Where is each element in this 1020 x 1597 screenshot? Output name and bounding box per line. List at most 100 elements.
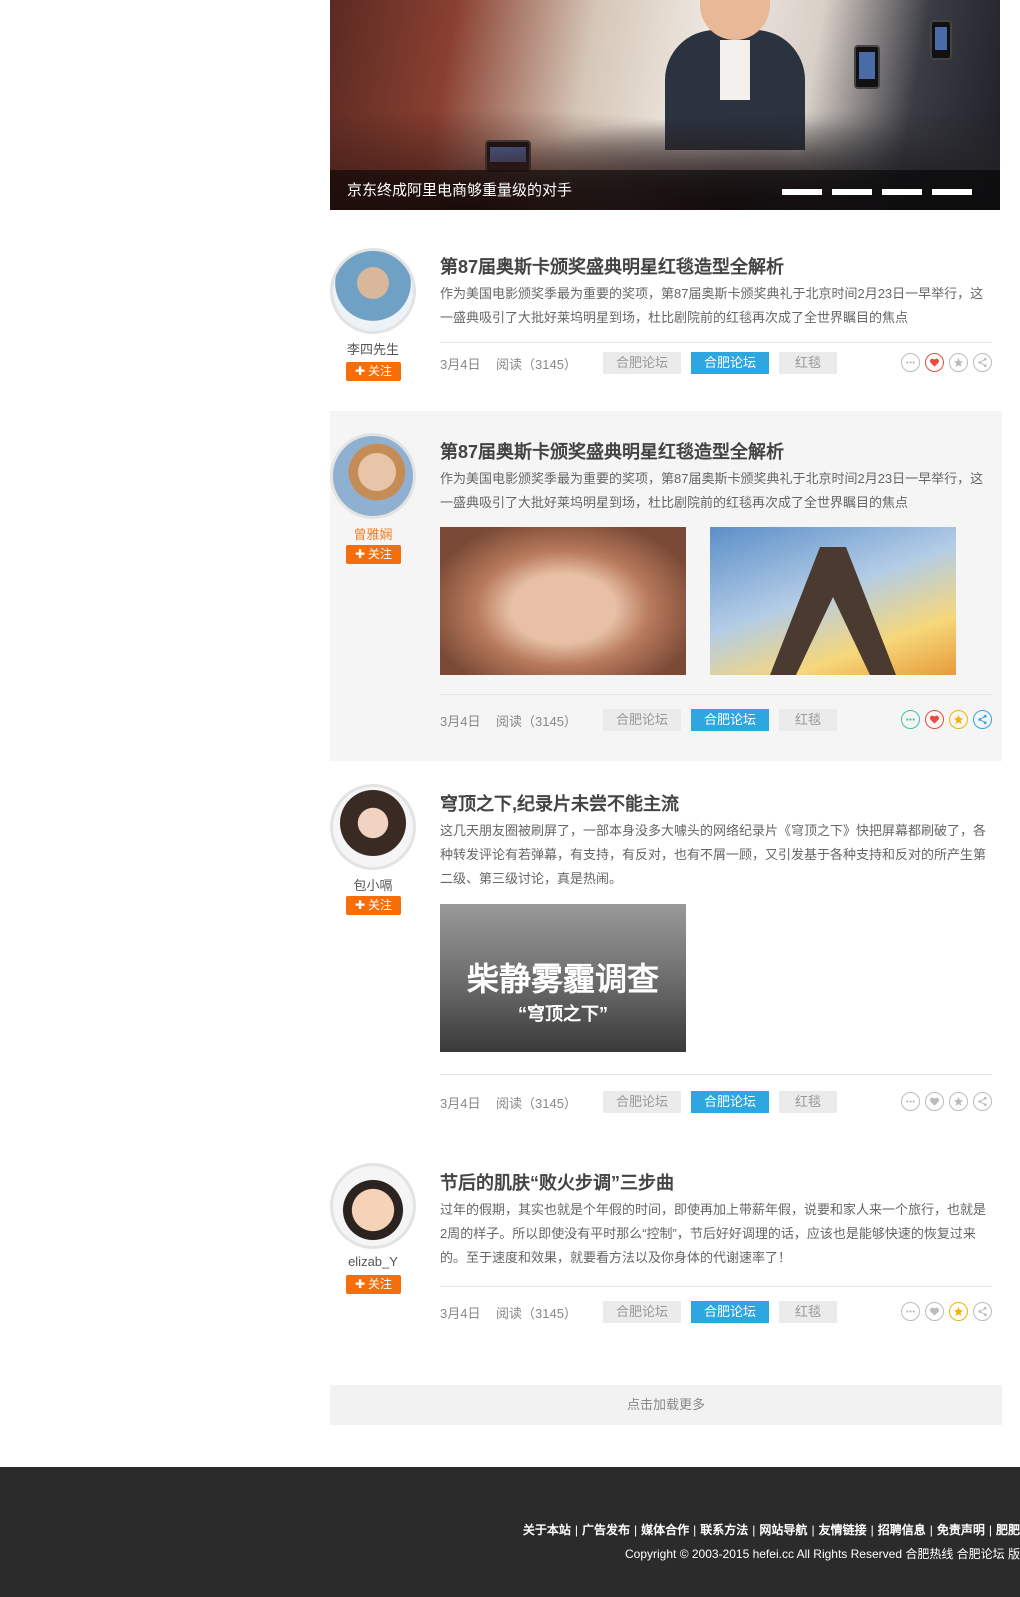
share-icon[interactable] [973, 1302, 992, 1321]
star-icon[interactable] [949, 1302, 968, 1321]
footer-link[interactable]: 网站导航 [759, 1523, 807, 1537]
post-date: 3月4日 [440, 357, 481, 372]
post-title[interactable]: 穹顶之下,纪录片未尝不能主流 [440, 790, 679, 816]
post-actions [901, 353, 992, 372]
footer: 关于本站 | 广告发布 | 媒体合作 | 联系方法 | 网站导航 | 友情链接 | 招聘信息 | 免责声明 |… [0, 1467, 1020, 1597]
post-image[interactable]: 柴静雾霾调查 “穹顶之下” [440, 904, 686, 1052]
separator: | [574, 1523, 578, 1537]
star-icon[interactable] [949, 1092, 968, 1111]
post-item: 李四先生 ✚ 关注 第87届奥斯卡颁奖盛典明星红毯造型全解析 作为美国电影颁奖季最… [330, 238, 1002, 408]
tag-active[interactable]: 合肥论坛 [691, 352, 769, 374]
comment-icon[interactable] [901, 353, 920, 372]
read-count: 阅读（3145） [496, 357, 577, 372]
load-more-button[interactable]: 点击加载更多 [330, 1385, 1002, 1425]
post-image[interactable] [710, 527, 956, 675]
divider [440, 1286, 992, 1287]
tag[interactable]: 合肥论坛 [603, 1301, 681, 1323]
banner-carousel[interactable]: 京东终成阿里电商够重量级的对手 [330, 0, 1000, 210]
tag[interactable]: 红毯 [779, 709, 837, 731]
divider [440, 342, 992, 343]
heart-icon[interactable] [925, 1302, 944, 1321]
avatar[interactable] [330, 784, 416, 870]
tag-active[interactable]: 合肥论坛 [691, 709, 769, 731]
follow-label: 关注 [368, 898, 393, 912]
heart-icon[interactable] [925, 353, 944, 372]
footer-link[interactable]: 友情链接 [819, 1523, 867, 1537]
banner-caption[interactable]: 京东终成阿里电商够重量级的对手 [347, 179, 572, 200]
heart-icon[interactable] [925, 1092, 944, 1111]
tower-shape [770, 547, 896, 675]
footer-link[interactable]: 联系方法 [700, 1523, 748, 1537]
author-name[interactable]: elizab_Y [330, 1254, 416, 1269]
tag[interactable]: 红毯 [779, 352, 837, 374]
post-title[interactable]: 节后的肌肤“败火步调”三步曲 [440, 1169, 674, 1195]
post-title[interactable]: 第87届奥斯卡颁奖盛典明星红毯造型全解析 [440, 253, 784, 279]
post-title[interactable]: 第87届奥斯卡颁奖盛典明星红毯造型全解析 [440, 438, 784, 464]
tag[interactable]: 红毯 [779, 1091, 837, 1113]
post-actions [901, 1092, 992, 1111]
heart-icon[interactable] [925, 710, 944, 729]
image-headline: 柴静雾霾调查 [466, 960, 659, 998]
share-icon[interactable] [973, 353, 992, 372]
author-name[interactable]: 曾雅娴 [330, 524, 416, 543]
footer-link[interactable]: 招聘信息 [878, 1523, 926, 1537]
tag[interactable]: 合肥论坛 [603, 709, 681, 731]
post-date: 3月4日 [440, 1096, 481, 1111]
carousel-dot[interactable] [932, 189, 972, 195]
avatar[interactable] [330, 433, 416, 519]
tag[interactable]: 合肥论坛 [603, 1091, 681, 1113]
follow-button[interactable]: ✚ 关注 [346, 362, 401, 381]
carousel-indicators [782, 189, 972, 195]
post-actions [901, 1302, 992, 1321]
tag[interactable]: 红毯 [779, 1301, 837, 1323]
footer-link[interactable]: 肥肥 [996, 1523, 1020, 1537]
post-actions [901, 710, 992, 729]
star-icon[interactable] [949, 353, 968, 372]
divider [440, 1074, 992, 1075]
footer-link[interactable]: 关于本站 [523, 1523, 571, 1537]
avatar[interactable] [330, 1163, 416, 1249]
separator: | [988, 1523, 992, 1537]
carousel-dot[interactable] [882, 189, 922, 195]
share-icon[interactable] [973, 710, 992, 729]
comment-icon[interactable] [901, 710, 920, 729]
footer-links: 关于本站 | 广告发布 | 媒体合作 | 联系方法 | 网站导航 | 友情链接 | 招聘信息 | 免责声明 |… [523, 1521, 1020, 1538]
share-icon[interactable] [973, 1092, 992, 1111]
follow-label: 关注 [368, 547, 393, 561]
footer-link[interactable]: 媒体合作 [641, 1523, 689, 1537]
post-item: elizab_Y ✚ 关注 节后的肌肤“败火步调”三步曲 过年的假期，其实也就是个… [330, 1153, 1002, 1333]
author-name[interactable]: 李四先生 [330, 339, 416, 358]
post-image[interactable] [440, 527, 686, 675]
follow-button[interactable]: ✚ 关注 [346, 545, 401, 564]
tag-active[interactable]: 合肥论坛 [691, 1091, 769, 1113]
star-icon[interactable] [949, 710, 968, 729]
tag-active[interactable]: 合肥论坛 [691, 1301, 769, 1323]
carousel-dot[interactable] [782, 189, 822, 195]
plus-icon: ✚ [354, 364, 366, 378]
separator: | [929, 1523, 933, 1537]
comment-icon[interactable] [901, 1302, 920, 1321]
plus-icon: ✚ [354, 1277, 366, 1291]
post-date: 3月4日 [440, 1306, 481, 1321]
comment-icon[interactable] [901, 1092, 920, 1111]
post-meta: 3月4日 阅读（3145） 合肥论坛 合肥论坛 红毯 [440, 709, 992, 731]
post-desc: 过年的假期，其实也就是个年假的时间，即使再加上带薪年假，说要和家人来一个旅行，也… [440, 1202, 987, 1265]
post-item: 曾雅娴 ✚ 关注 第87届奥斯卡颁奖盛典明星红毯造型全解析 作为美国电影颁奖季最为… [330, 411, 1002, 761]
carousel-dot[interactable] [832, 189, 872, 195]
copyright: Copyright © 2003-2015 hefei.cc All Right… [625, 1547, 1020, 1561]
footer-link[interactable]: 免责声明 [937, 1523, 985, 1537]
footer-link[interactable]: 广告发布 [582, 1523, 630, 1537]
image-subheadline: “穹顶之下” [518, 1004, 608, 1024]
read-count: 阅读（3145） [496, 1096, 577, 1111]
avatar[interactable] [330, 248, 416, 334]
post-desc: 作为美国电影颁奖季最为重要的奖项，第87届奥斯卡颁奖典礼于北京时间2月23日一早… [440, 471, 984, 510]
post-desc: 作为美国电影颁奖季最为重要的奖项，第87届奥斯卡颁奖典礼于北京时间2月23日一早… [440, 286, 984, 325]
tag[interactable]: 合肥论坛 [603, 352, 681, 374]
follow-label: 关注 [368, 1277, 393, 1291]
separator: | [870, 1523, 874, 1537]
author-name[interactable]: 包小嗝 [330, 875, 416, 894]
post-desc: 这几天朋友圈被刷屏了，一部本身没多大噱头的网络纪录片《穹顶之下》快把屏幕都刷破了… [440, 823, 987, 886]
post-date: 3月4日 [440, 714, 481, 729]
follow-button[interactable]: ✚ 关注 [346, 1275, 401, 1294]
follow-button[interactable]: ✚ 关注 [346, 896, 401, 915]
